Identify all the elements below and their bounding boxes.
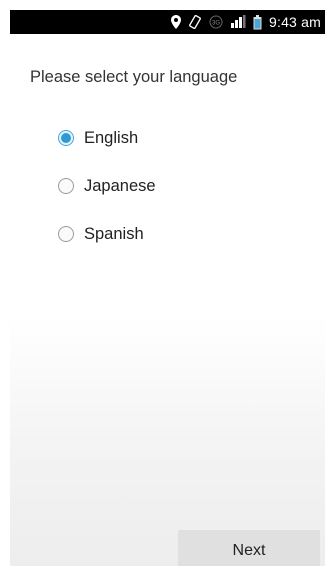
language-option-english[interactable]: English bbox=[58, 114, 156, 162]
battery-icon bbox=[253, 14, 262, 30]
rotate-icon bbox=[188, 15, 202, 29]
3g-icon: 3G bbox=[209, 15, 223, 29]
radio-unchecked-icon[interactable] bbox=[58, 178, 74, 194]
location-icon bbox=[171, 15, 181, 29]
language-option-label: Japanese bbox=[84, 176, 156, 195]
language-option-japanese[interactable]: Japanese bbox=[58, 162, 156, 210]
status-time: 9:43 am bbox=[269, 14, 321, 30]
app-screen: 3G 9:43 am Please select your language E… bbox=[10, 10, 325, 566]
signal-icon bbox=[230, 15, 246, 29]
svg-text:3G: 3G bbox=[212, 21, 220, 27]
language-option-spanish[interactable]: Spanish bbox=[58, 210, 156, 258]
radio-unchecked-icon[interactable] bbox=[58, 226, 74, 242]
page-title: Please select your language bbox=[30, 68, 238, 86]
radio-checked-icon[interactable] bbox=[58, 130, 74, 146]
language-option-label: Spanish bbox=[84, 224, 144, 243]
language-radio-group: English Japanese Spanish bbox=[58, 114, 156, 258]
next-button[interactable]: Next bbox=[178, 530, 320, 566]
language-option-label: English bbox=[84, 128, 139, 147]
status-bar: 3G 9:43 am bbox=[10, 10, 325, 34]
